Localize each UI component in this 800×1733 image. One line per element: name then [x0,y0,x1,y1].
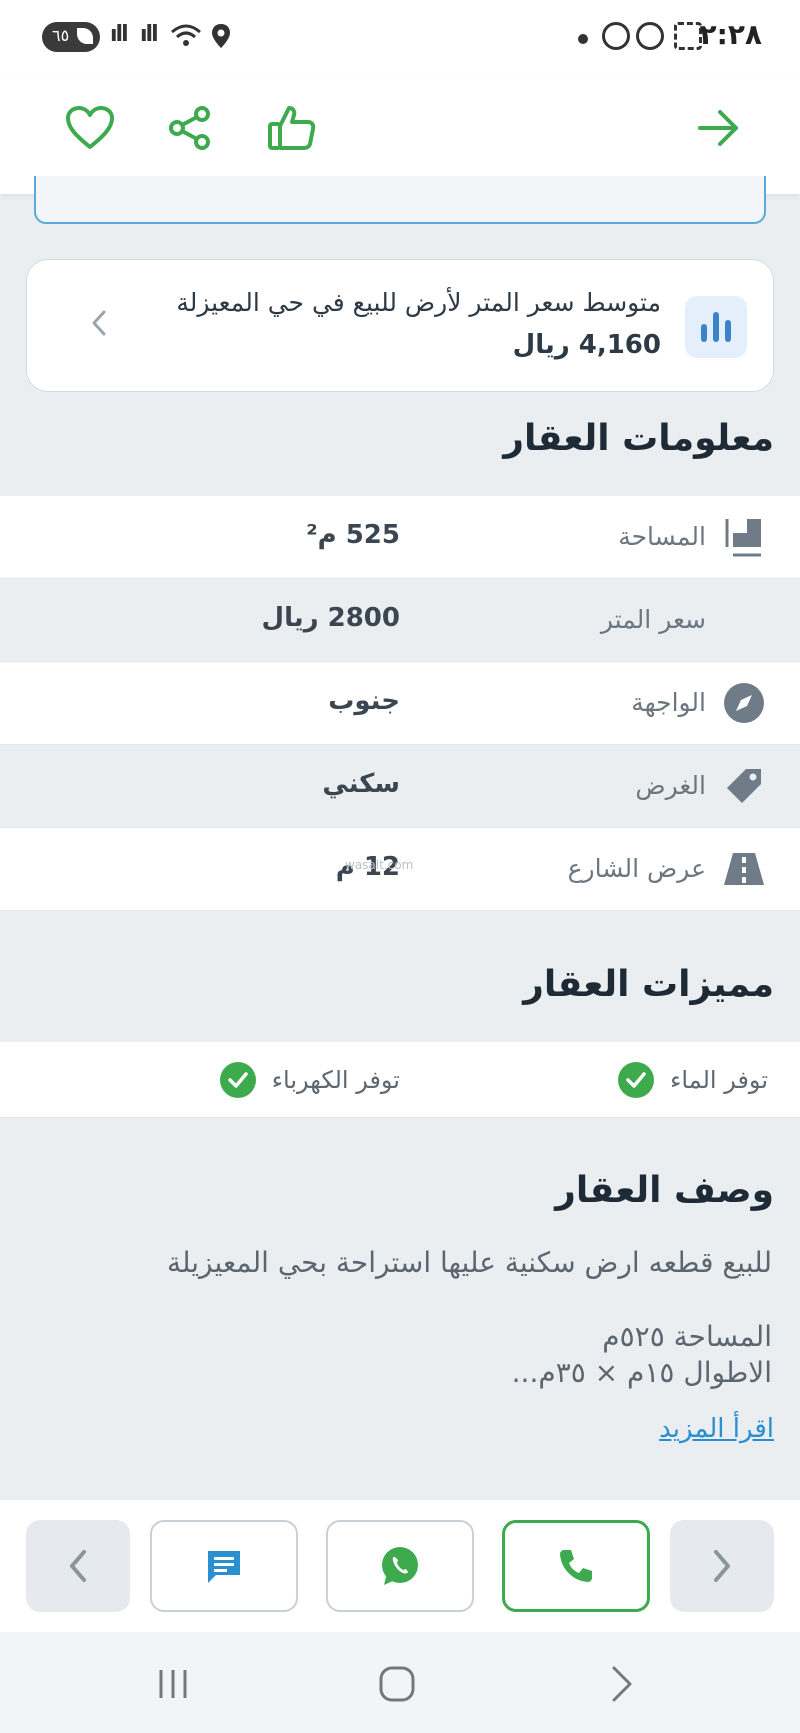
favorite-heart-icon[interactable] [60,98,120,158]
property-info-title: معلومات العقار [503,418,774,459]
check-circle-icon [219,1062,256,1098]
property-info-list: المساحة 525 م² سعر المتر 2800 ريال الواج… [0,496,800,911]
info-row-facade: الواجهة جنوب [0,662,800,745]
average-price-card[interactable]: متوسط سعر المتر لأرض للبيع في حي المعيزل… [26,259,774,392]
info-label: الواجهة [631,688,706,717]
whatsapp-status-icon [602,22,630,50]
average-price-value: 4,160 ريال [512,330,661,360]
wifi-icon [171,24,201,46]
check-circle-icon [618,1062,655,1098]
chevron-left-icon [70,1550,86,1582]
description-line: الاطوال ١٥م × ٣٥م... [511,1356,772,1389]
whatsapp-icon [382,1547,418,1585]
info-value: 525 م² [306,520,400,550]
screenshot-icon [674,22,702,50]
info-row-meter-price: سعر المتر 2800 ريال [0,579,800,662]
tag-icon [722,764,766,808]
road-icon [722,847,766,891]
info-value: سكني [322,769,400,799]
status-bar: ٦٥ ıll ıll ٢:٢٨ [0,0,800,76]
location-icon [212,24,230,48]
feature-item: توفر الكهرباء [219,1062,400,1098]
info-value: 2800 ريال [261,603,400,633]
notification-dot [578,34,588,44]
read-more-link[interactable]: اقرأ المزيد [659,1414,774,1444]
feature-label: توفر الماء [670,1066,768,1094]
signal-icon-2: ıll [140,22,159,47]
status-time: ٢:٢٨ [699,18,762,51]
battery-level: ٦٥ [52,26,70,45]
signal-icon: ıll [110,22,129,47]
previous-listing-button[interactable] [26,1520,130,1612]
chevron-left-icon[interactable] [89,308,109,338]
info-label: المساحة [618,522,706,551]
area-measure-icon [722,515,766,559]
features-title: مميزات العقار [523,964,774,1005]
chat-button[interactable] [150,1520,298,1612]
features-list: توفر الماء توفر الكهرباء [0,1042,800,1118]
info-label: عرض الشارع [567,854,706,883]
info-label: سعر المتر [600,605,706,634]
info-row-area: المساحة 525 م² [0,496,800,579]
description-title: وصف العقار [555,1170,774,1211]
bar-chart-icon [685,296,747,358]
share-icon[interactable] [160,98,220,158]
recent-apps-icon[interactable] [148,1662,198,1706]
info-row-street-width: عرض الشارع 12 م wasalt.com [0,828,800,911]
system-navigation-bar [0,1632,800,1733]
previous-card-edge [34,176,766,224]
back-arrow-icon[interactable] [688,98,748,158]
home-icon[interactable] [372,1662,422,1706]
call-button[interactable] [502,1520,650,1612]
info-value: جنوب [328,686,400,716]
feature-item: توفر الماء [618,1062,768,1098]
phone-icon [560,1550,592,1582]
feature-label: توفر الكهرباء [271,1066,400,1094]
chevron-right-icon [714,1550,730,1582]
battery-indicator: ٦٥ [42,22,100,52]
description-line: للبيع قطعه ارض سكنية عليها استراحة بحي ا… [166,1246,772,1279]
back-icon[interactable] [596,1662,646,1706]
watermark: wasalt.com [345,858,414,872]
messenger-icon [636,22,664,50]
next-listing-button[interactable] [670,1520,774,1612]
whatsapp-button[interactable] [326,1520,474,1612]
thumbs-up-icon[interactable] [262,98,322,158]
compass-icon [722,681,766,725]
average-price-title: متوسط سعر المتر لأرض للبيع في حي المعيزل… [176,288,661,317]
description-line: المساحة ٥٢٥م [602,1320,772,1353]
info-row-purpose: الغرض سكني [0,745,800,828]
contact-action-bar [0,1500,800,1632]
chat-icon [208,1551,240,1583]
info-label: الغرض [635,771,706,800]
power-saving-icon [77,28,93,44]
